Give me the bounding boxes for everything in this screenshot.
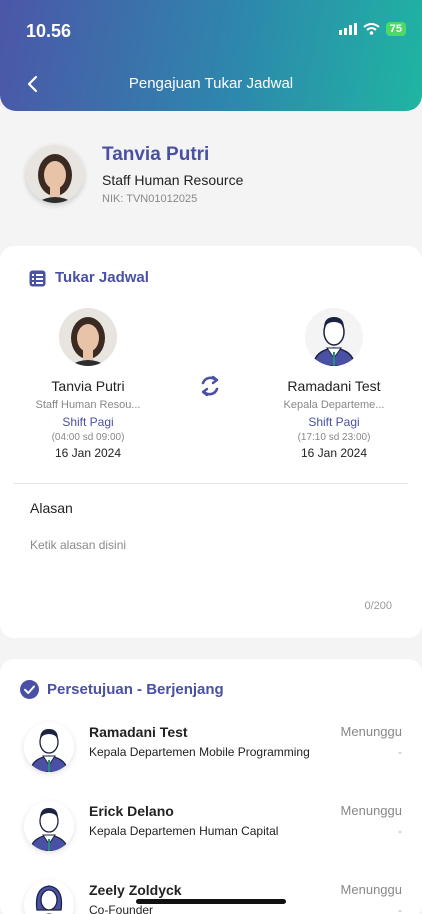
approver-name: Zeely Zoldyck <box>89 882 182 898</box>
profile-nik: NIK: TVN01012025 <box>102 193 198 205</box>
status-icons: 75 <box>338 22 406 36</box>
check-circle-icon <box>20 680 39 699</box>
reason-label: Alasan <box>30 500 73 516</box>
swap-section-title: Tukar Jadwal <box>55 269 149 286</box>
home-indicator[interactable] <box>136 899 286 904</box>
to-role: Kepala Departeme... <box>283 399 385 411</box>
approver-role: Kepala Departemen Mobile Programming <box>89 745 310 759</box>
approval-date: - <box>398 824 402 838</box>
to-shift: Shift Pagi <box>308 415 360 429</box>
approver-role: Co-Founder <box>89 903 154 914</box>
app-header: 10.56 75 Pengajuan Tukar Jadwal <box>0 0 422 111</box>
reason-counter: 0/200 <box>364 600 392 612</box>
approval-status: Menunggu <box>340 803 402 818</box>
from-avatar <box>59 308 117 366</box>
approval-item: Zeely Zoldyck Co-Founder Menunggu - <box>0 880 422 914</box>
from-role: Staff Human Resou... <box>35 399 141 411</box>
approval-item: Erick Delano Kepala Departemen Human Cap… <box>0 801 422 871</box>
approval-date: - <box>398 903 402 914</box>
approval-status: Menunggu <box>340 724 402 739</box>
approver-name: Erick Delano <box>89 803 174 819</box>
schedule-list-icon <box>29 270 46 287</box>
to-column: Ramadani Test Kepala Departeme... Shift … <box>264 378 404 460</box>
wifi-icon <box>363 23 380 35</box>
approver-avatar <box>24 722 74 772</box>
profile-name: Tanvia Putri <box>102 144 210 165</box>
to-date: 16 Jan 2024 <box>300 446 368 460</box>
battery-icon: 75 <box>385 22 406 36</box>
approval-section-title: Persetujuan - Berjenjang <box>47 681 224 698</box>
page-title: Pengajuan Tukar Jadwal <box>128 75 294 92</box>
approver-avatar <box>24 801 74 851</box>
profile-role: Staff Human Resource <box>102 172 244 188</box>
from-column: Tanvia Putri Staff Human Resou... Shift … <box>18 378 158 460</box>
reason-input[interactable] <box>30 538 392 594</box>
approver-name: Ramadani Test <box>89 724 188 740</box>
profile-avatar <box>26 145 84 203</box>
to-avatar <box>305 308 363 366</box>
approval-status: Menunggu <box>340 882 402 897</box>
swap-icon[interactable] <box>196 372 224 400</box>
approval-date: - <box>398 745 402 759</box>
signal-icon <box>338 23 357 35</box>
approver-avatar <box>24 880 74 914</box>
from-shift: Shift Pagi <box>62 415 114 429</box>
approval-item: Ramadani Test Kepala Departemen Mobile P… <box>0 722 422 792</box>
to-name: Ramadani Test <box>287 378 381 394</box>
from-date: 16 Jan 2024 <box>54 446 122 460</box>
status-time: 10.56 <box>26 21 72 41</box>
divider <box>14 483 408 484</box>
approver-role: Kepala Departemen Human Capital <box>89 824 279 838</box>
from-time: (04:00 sd 09:00) <box>51 432 125 443</box>
from-name: Tanvia Putri <box>51 378 125 394</box>
to-time: (17:10 sd 23:00) <box>297 432 371 443</box>
